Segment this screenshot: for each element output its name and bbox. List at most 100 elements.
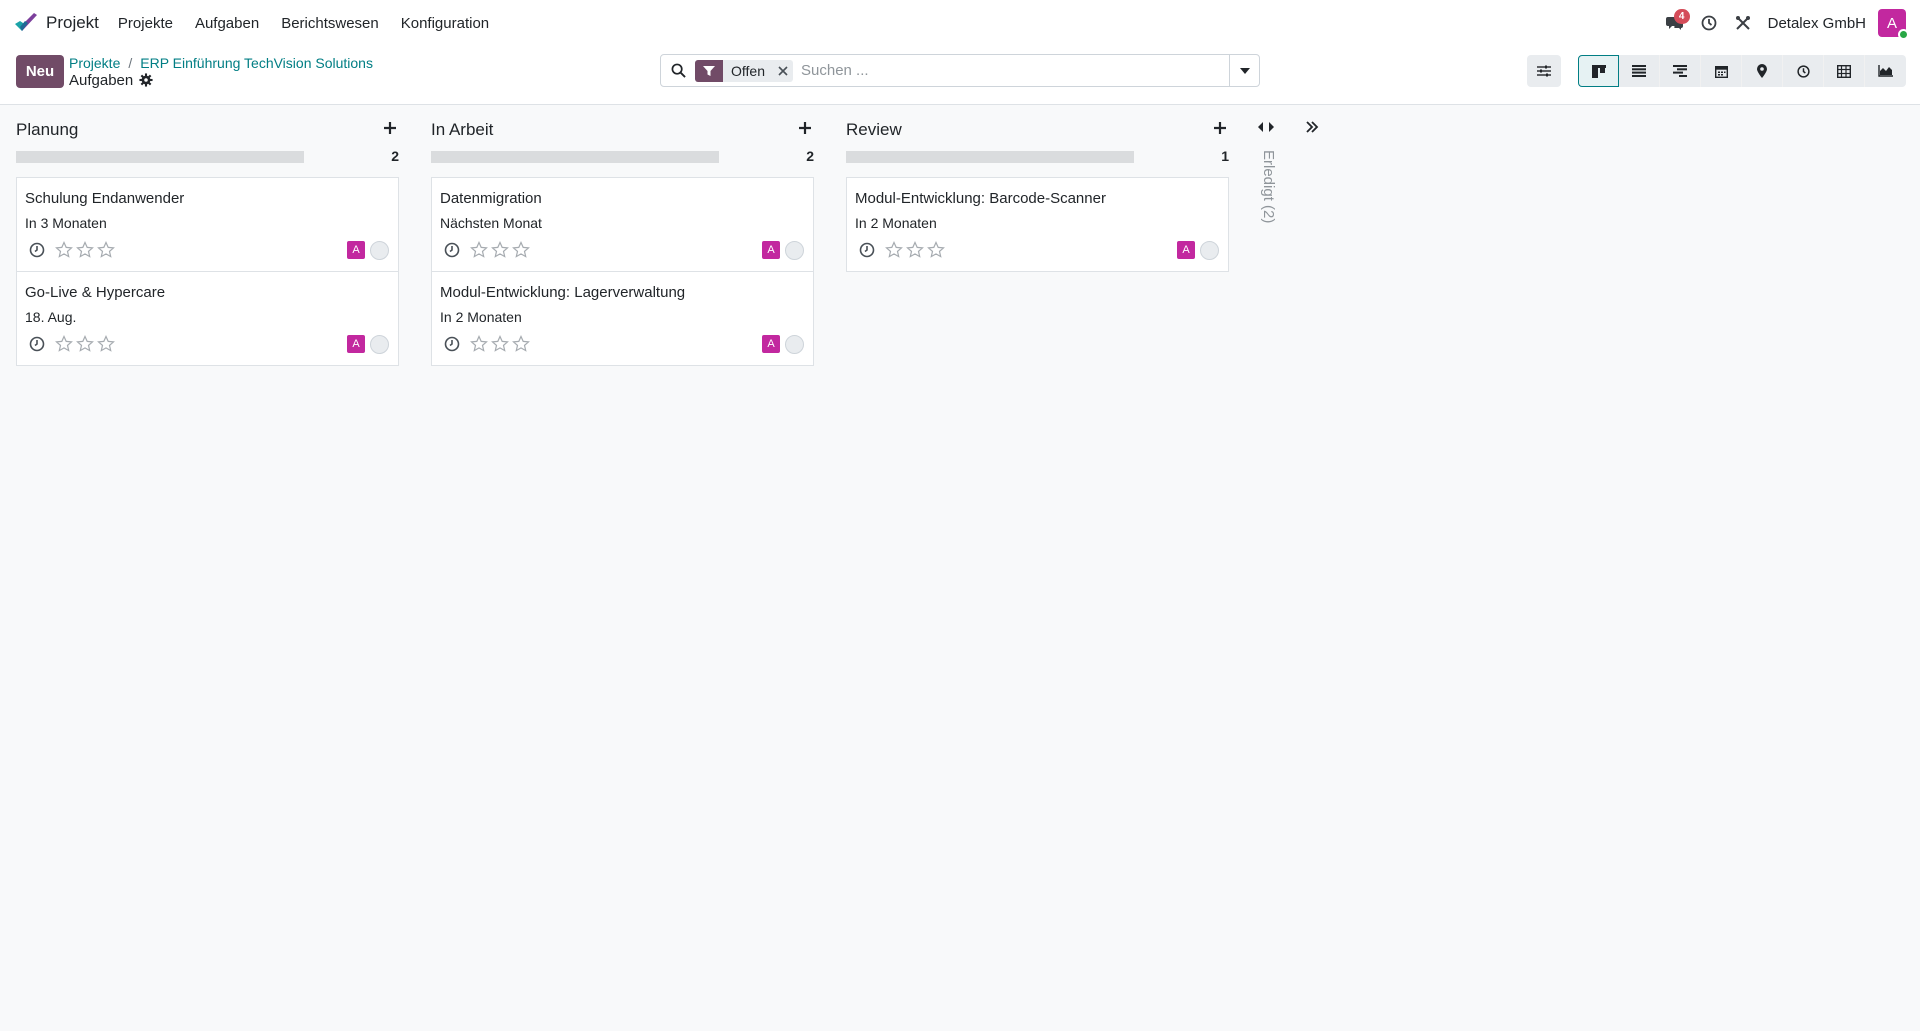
facet-remove-button[interactable]: [773, 60, 793, 82]
menu-item-berichtswesen[interactable]: Berichtswesen: [270, 15, 390, 32]
breadcrumb-project[interactable]: ERP Einführung TechVision Solutions: [140, 55, 373, 71]
view-graph-button[interactable]: [1865, 55, 1906, 87]
assignee-avatar[interactable]: A: [762, 335, 780, 353]
add-task-plus-icon[interactable]: [381, 119, 399, 137]
view-map-button[interactable]: [1742, 55, 1783, 87]
task-deadline: In 2 Monaten: [440, 309, 522, 325]
star-icon[interactable]: [97, 241, 115, 259]
column-title[interactable]: In Arbeit: [431, 120, 493, 140]
search-options-toggle[interactable]: [1229, 55, 1259, 86]
star-icon[interactable]: [470, 335, 488, 353]
star-icon[interactable]: [76, 335, 94, 353]
star-icon[interactable]: [512, 335, 530, 353]
chevrons-right-icon[interactable]: [1304, 120, 1320, 134]
view-calendar-button[interactable]: [1701, 55, 1742, 87]
search-button[interactable]: [661, 55, 695, 86]
add-task-plus-icon[interactable]: [796, 119, 814, 137]
kanban-icon: [1591, 64, 1606, 78]
star-icon[interactable]: [55, 335, 73, 353]
view-options-button[interactable]: [1527, 55, 1561, 87]
activity-clock-icon[interactable]: [859, 242, 875, 258]
priority-stars: [470, 241, 533, 259]
caret-down-icon: [1239, 67, 1250, 74]
breadcrumb-projekte[interactable]: Projekte: [69, 55, 120, 71]
app-name: Projekt: [46, 13, 99, 32]
star-icon[interactable]: [97, 335, 115, 353]
task-state-indicator[interactable]: [785, 241, 804, 260]
star-icon[interactable]: [885, 241, 903, 259]
user-menu[interactable]: A: [1878, 9, 1909, 40]
new-button[interactable]: Neu: [16, 55, 64, 88]
star-icon[interactable]: [491, 335, 509, 353]
messages-badge: 4: [1673, 9, 1690, 24]
task-card[interactable]: Go-Live & Hypercare 18. Aug. A: [16, 271, 399, 366]
app-brand[interactable]: Projekt: [14, 11, 99, 35]
column-cards: Datenmigration Nächsten Monat A Modul-En…: [431, 177, 814, 366]
sliders-icon: [1537, 65, 1551, 77]
top-navbar: Projekt Projekte Aufgaben Berichtswesen …: [0, 0, 1920, 46]
view-activity-button[interactable]: [1783, 55, 1824, 87]
kanban-column-review: Review 1 Modul-Entwicklung: Barcode-Scan…: [846, 106, 1229, 272]
gear-icon[interactable]: [139, 73, 153, 87]
menu-item-konfiguration[interactable]: Konfiguration: [390, 15, 500, 32]
view-kanban-button[interactable]: [1578, 55, 1619, 87]
task-state-indicator[interactable]: [785, 335, 804, 354]
task-title: Datenmigration: [440, 190, 542, 207]
star-icon[interactable]: [76, 241, 94, 259]
column-header: Planung: [16, 106, 399, 156]
assignee-avatar[interactable]: A: [1177, 241, 1195, 259]
view-gantt-button[interactable]: [1660, 55, 1701, 87]
activity-clock-icon[interactable]: [444, 336, 460, 352]
pivot-table-icon: [1837, 64, 1851, 78]
online-status-icon: [1898, 29, 1909, 40]
star-icon[interactable]: [470, 241, 488, 259]
column-progress-bar[interactable]: [431, 151, 719, 163]
column-title[interactable]: Planung: [16, 120, 78, 140]
task-card[interactable]: Schulung Endanwender In 3 Monaten A: [16, 177, 399, 272]
task-card[interactable]: Modul-Entwicklung: Barcode-Scanner In 2 …: [846, 177, 1229, 272]
search-facet: Offen: [695, 59, 793, 82]
assignee-avatar[interactable]: A: [347, 241, 365, 259]
company-switcher[interactable]: Detalex GmbH: [1768, 15, 1866, 32]
menu-item-aufgaben[interactable]: Aufgaben: [184, 15, 270, 32]
priority-stars: [55, 335, 118, 353]
search-input[interactable]: [797, 62, 1229, 79]
star-icon[interactable]: [55, 241, 73, 259]
task-deadline: 18. Aug.: [25, 309, 77, 325]
activity-clock-icon: [1796, 64, 1810, 78]
activities-button[interactable]: [1692, 8, 1726, 38]
assignee-avatar[interactable]: A: [762, 241, 780, 259]
messages-button[interactable]: 4: [1658, 8, 1692, 38]
task-card[interactable]: Modul-Entwicklung: Lagerverwaltung In 2 …: [431, 271, 814, 366]
task-state-indicator[interactable]: [1200, 241, 1219, 260]
task-title: Modul-Entwicklung: Barcode-Scanner: [855, 190, 1106, 207]
kanban-column-erledigt-folded[interactable]: Erledigt (2): [1257, 106, 1307, 306]
star-icon[interactable]: [906, 241, 924, 259]
view-pivot-button[interactable]: [1824, 55, 1865, 87]
view-list-button[interactable]: [1619, 55, 1660, 87]
column-progress-bar[interactable]: [846, 151, 1134, 163]
activity-clock-icon[interactable]: [29, 242, 45, 258]
activity-clock-icon[interactable]: [29, 336, 45, 352]
facet-label: Offen: [731, 62, 765, 79]
column-title[interactable]: Review: [846, 120, 902, 140]
search-bar: Offen: [660, 54, 1260, 87]
activity-clock-icon[interactable]: [444, 242, 460, 258]
task-state-indicator[interactable]: [370, 241, 389, 260]
star-icon[interactable]: [491, 241, 509, 259]
task-title: Go-Live & Hypercare: [25, 284, 166, 301]
debug-tools-button[interactable]: [1726, 8, 1760, 38]
unfold-arrows-icon[interactable]: [1257, 120, 1275, 134]
star-icon[interactable]: [512, 241, 530, 259]
add-task-plus-icon[interactable]: [1211, 119, 1229, 137]
column-progress-bar[interactable]: [16, 151, 304, 163]
column-header: In Arbeit: [431, 106, 814, 156]
folded-column-label[interactable]: Erledigt (2): [1257, 150, 1277, 223]
task-card[interactable]: Datenmigration Nächsten Monat A: [431, 177, 814, 272]
star-icon[interactable]: [927, 241, 945, 259]
priority-stars: [470, 335, 533, 353]
gantt-icon: [1673, 65, 1687, 77]
menu-item-projekte[interactable]: Projekte: [107, 15, 184, 32]
task-state-indicator[interactable]: [370, 335, 389, 354]
assignee-avatar[interactable]: A: [347, 335, 365, 353]
